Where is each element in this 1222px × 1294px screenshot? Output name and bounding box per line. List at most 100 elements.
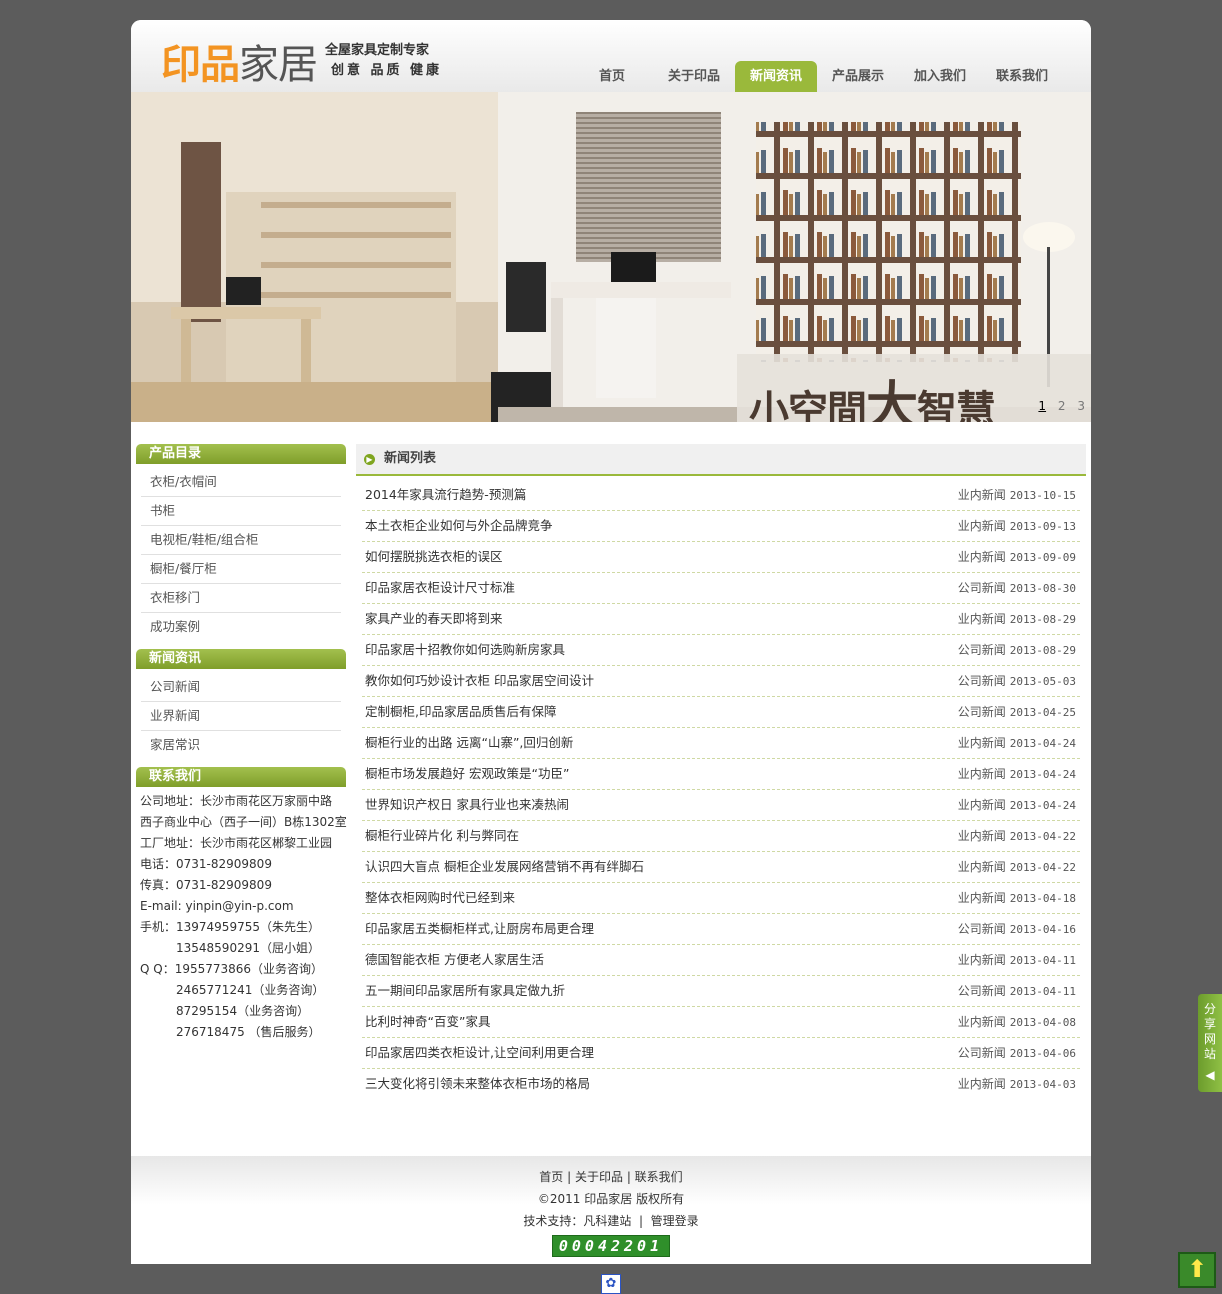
news-item-title[interactable]: 印品家居四类衣柜设计,让空间利用更合理 bbox=[365, 1038, 594, 1068]
news-item-category: 业内新闻 bbox=[957, 891, 1006, 905]
news-item[interactable]: 本土衣柜企业如何与外企品牌竞争 业内新闻 2013-09-13 bbox=[362, 511, 1080, 542]
news-item[interactable]: 家具产业的春天即将到来 业内新闻 2013-08-29 bbox=[362, 604, 1080, 635]
news-item[interactable]: 认识四大盲点 橱柜企业发展网络营销不再有绊脚石 业内新闻 2013-04-22 bbox=[362, 852, 1080, 883]
news-item-date: 2013-08-30 bbox=[1009, 582, 1076, 595]
news-item-date: 2013-04-08 bbox=[1009, 1016, 1076, 1029]
news-item-title[interactable]: 比利时神奇“百变”家具 bbox=[365, 1007, 490, 1037]
news-item[interactable]: 印品家居五类橱柜样式,让厨房布局更合理 公司新闻 2013-04-16 bbox=[362, 914, 1080, 945]
baidu-paw-icon[interactable]: ✿ bbox=[601, 1274, 621, 1294]
news-item-meta: 业内新闻 2013-04-24 bbox=[958, 759, 1076, 789]
news-item[interactable]: 三大变化将引领未来整体衣柜市场的格局 业内新闻 2013-04-03 bbox=[362, 1069, 1080, 1099]
back-to-top-button[interactable]: ⬆ bbox=[1178, 1252, 1216, 1288]
footer-copyright: ©2011 印品家居 版权所有 bbox=[537, 1192, 685, 1206]
sidebar-item-industry-news[interactable]: 业界新闻 bbox=[141, 702, 341, 731]
sidebar-item-kitchen-cabinet[interactable]: 橱柜/餐厅柜 bbox=[141, 555, 341, 584]
news-item-meta: 业内新闻 2013-08-29 bbox=[958, 604, 1076, 634]
banner-slogan-part-3: 智慧 bbox=[917, 388, 996, 422]
news-item-meta: 业内新闻 2013-04-11 bbox=[958, 945, 1076, 975]
news-item[interactable]: 德国智能衣柜 方便老人家居生活 业内新闻 2013-04-11 bbox=[362, 945, 1080, 976]
footer-link-about[interactable]: 关于印品 bbox=[575, 1170, 623, 1184]
logo-tagline: 全屋家具定制专家 创意 品质 健康 bbox=[325, 41, 442, 81]
news-item[interactable]: 橱柜市场发展趋好 宏观政策是“功臣” 业内新闻 2013-04-24 bbox=[362, 759, 1080, 790]
support-link[interactable]: 凡科建站 bbox=[583, 1214, 631, 1228]
contact-info: 公司地址：长沙市雨花区万家丽中路 西子商业中心（西子一间）B栋1302室 工厂地… bbox=[136, 787, 347, 1043]
admin-login-link[interactable]: 管理登录 bbox=[651, 1214, 699, 1228]
news-item-title[interactable]: 五一期间印品家居所有家具定做九折 bbox=[365, 976, 565, 1006]
news-item[interactable]: 整体衣柜网购时代已经到来 业内新闻 2013-04-18 bbox=[362, 883, 1080, 914]
news-item-category: 业内新闻 bbox=[957, 767, 1006, 781]
nav-about[interactable]: 关于印品 bbox=[653, 61, 735, 92]
news-item-date: 2013-04-03 bbox=[1009, 1078, 1076, 1091]
news-item-date: 2013-04-25 bbox=[1009, 706, 1076, 719]
news-item[interactable]: 比利时神奇“百变”家具 业内新闻 2013-04-08 bbox=[362, 1007, 1080, 1038]
banner-page-1[interactable]: 1 bbox=[1038, 399, 1046, 413]
news-item[interactable]: 定制橱柜,印品家居品质售后有保障 公司新闻 2013-04-25 bbox=[362, 697, 1080, 728]
news-item[interactable]: 如何摆脱挑选衣柜的误区 业内新闻 2013-09-09 bbox=[362, 542, 1080, 573]
arrow-right-icon: ▶ bbox=[364, 453, 375, 465]
nav-news[interactable]: 新闻资讯 bbox=[735, 61, 817, 92]
share-site-label: 分享网站 bbox=[1204, 1002, 1217, 1061]
news-item-title[interactable]: 整体衣柜网购时代已经到来 bbox=[365, 883, 515, 913]
news-item[interactable]: 印品家居衣柜设计尺寸标准 公司新闻 2013-08-30 bbox=[362, 573, 1080, 604]
news-item-title[interactable]: 本土衣柜企业如何与外企品牌竞争 bbox=[365, 511, 553, 541]
contact-qq-1: Q Q：1955773866（业务咨询） bbox=[140, 962, 324, 976]
page-title: 新闻列表 bbox=[384, 451, 437, 466]
banner-page-3[interactable]: 3 bbox=[1077, 399, 1085, 413]
nav-home[interactable]: 首页 bbox=[571, 61, 653, 92]
logo[interactable]: 印品家居 全屋家具定制专家 创意 品质 健康 bbox=[161, 32, 442, 90]
visit-counter: 00042201 bbox=[551, 1235, 671, 1257]
nav-join[interactable]: 加入我们 bbox=[899, 61, 981, 92]
news-item-title[interactable]: 橱柜行业碎片化 利与弊同在 bbox=[365, 821, 519, 851]
news-item-category: 业内新闻 bbox=[957, 612, 1006, 626]
news-item-title[interactable]: 橱柜行业的出路 远离“山寨”,回归创新 bbox=[365, 728, 573, 758]
news-item-title[interactable]: 2014年家具流行趋势-预测篇 bbox=[365, 480, 526, 510]
sidebar-item-tv-cabinet[interactable]: 电视柜/鞋柜/组合柜 bbox=[141, 526, 341, 555]
logo-tagline-2: 创意 品质 健康 bbox=[331, 63, 443, 78]
news-item[interactable]: 世界知识产权日 家具行业也来凑热闹 业内新闻 2013-04-24 bbox=[362, 790, 1080, 821]
news-item-title[interactable]: 三大变化将引领未来整体衣柜市场的格局 bbox=[365, 1069, 590, 1099]
news-item[interactable]: 五一期间印品家居所有家具定做九折 公司新闻 2013-04-11 bbox=[362, 976, 1080, 1007]
sidebar-item-sliding-door[interactable]: 衣柜移门 bbox=[141, 584, 341, 613]
logo-brand-text: 印品 bbox=[161, 42, 240, 88]
sidebar-item-home-tips[interactable]: 家居常识 bbox=[141, 731, 341, 759]
news-item-meta: 业内新闻 2013-09-13 bbox=[958, 511, 1076, 541]
nav-contact[interactable]: 联系我们 bbox=[981, 61, 1063, 92]
news-item-title[interactable]: 教你如何巧妙设计衣柜 印品家居空间设计 bbox=[365, 666, 594, 696]
nav-products[interactable]: 产品展示 bbox=[817, 61, 899, 92]
contact-qq-2: 2465771241（业务咨询） bbox=[176, 983, 325, 997]
news-item-title[interactable]: 印品家居十招教你如何选购新房家具 bbox=[365, 635, 565, 665]
banner-slideshow[interactable]: 小空間大智慧 1 2 3 bbox=[131, 92, 1091, 422]
news-item-title[interactable]: 世界知识产权日 家具行业也来凑热闹 bbox=[365, 790, 569, 820]
news-item[interactable]: 2014年家具流行趋势-预测篇 业内新闻 2013-10-15 bbox=[362, 480, 1080, 511]
sidebar-item-company-news[interactable]: 公司新闻 bbox=[141, 673, 341, 702]
logo-home-text: 家居 bbox=[239, 42, 318, 88]
news-item[interactable]: 印品家居四类衣柜设计,让空间利用更合理 公司新闻 2013-04-06 bbox=[362, 1038, 1080, 1069]
footer-link-home[interactable]: 首页 bbox=[539, 1170, 563, 1184]
news-item[interactable]: 印品家居十招教你如何选购新房家具 公司新闻 2013-08-29 bbox=[362, 635, 1080, 666]
news-item[interactable]: 橱柜行业的出路 远离“山寨”,回归创新 业内新闻 2013-04-24 bbox=[362, 728, 1080, 759]
news-item-date: 2013-04-06 bbox=[1009, 1047, 1076, 1060]
contact-email: E-mail: yinpin@yin-p.com bbox=[140, 899, 294, 913]
news-item-title[interactable]: 印品家居五类橱柜样式,让厨房布局更合理 bbox=[365, 914, 594, 944]
sidebar-item-cases[interactable]: 成功案例 bbox=[141, 613, 341, 641]
contact-mobile-1: 手机：13974959755（朱先生） bbox=[140, 920, 320, 934]
share-site-button[interactable]: 分享网站 ◀ bbox=[1198, 994, 1222, 1092]
support-label: 技术支持： bbox=[523, 1214, 584, 1228]
sidebar-item-bookcase[interactable]: 书柜 bbox=[141, 497, 341, 526]
sidebar-item-wardrobe[interactable]: 衣柜/衣帽间 bbox=[141, 468, 341, 497]
news-item[interactable]: 橱柜行业碎片化 利与弊同在 业内新闻 2013-04-22 bbox=[362, 821, 1080, 852]
news-item[interactable]: 教你如何巧妙设计衣柜 印品家居空间设计 公司新闻 2013-05-03 bbox=[362, 666, 1080, 697]
news-item-title[interactable]: 印品家居衣柜设计尺寸标准 bbox=[365, 573, 515, 603]
news-item-title[interactable]: 家具产业的春天即将到来 bbox=[365, 604, 503, 634]
news-item-title[interactable]: 认识四大盲点 橱柜企业发展网络营销不再有绊脚石 bbox=[365, 852, 644, 882]
footer-link-contact[interactable]: 联系我们 bbox=[635, 1170, 683, 1184]
news-item-title[interactable]: 德国智能衣柜 方便老人家居生活 bbox=[365, 945, 544, 975]
banner-page-2[interactable]: 2 bbox=[1058, 399, 1066, 413]
news-item-title[interactable]: 定制橱柜,印品家居品质售后有保障 bbox=[365, 697, 556, 727]
news-item-date: 2013-04-16 bbox=[1009, 923, 1076, 936]
news-item-meta: 业内新闻 2013-04-03 bbox=[958, 1069, 1076, 1099]
news-item-title[interactable]: 如何摆脱挑选衣柜的误区 bbox=[365, 542, 503, 572]
page-container: 印品家居 全屋家具定制专家 创意 品质 健康 首页 关于印品 新闻资讯 产品展示… bbox=[131, 20, 1091, 1264]
news-item-title[interactable]: 橱柜市场发展趋好 宏观政策是“功臣” bbox=[365, 759, 569, 789]
news-item-category: 业内新闻 bbox=[957, 829, 1006, 843]
